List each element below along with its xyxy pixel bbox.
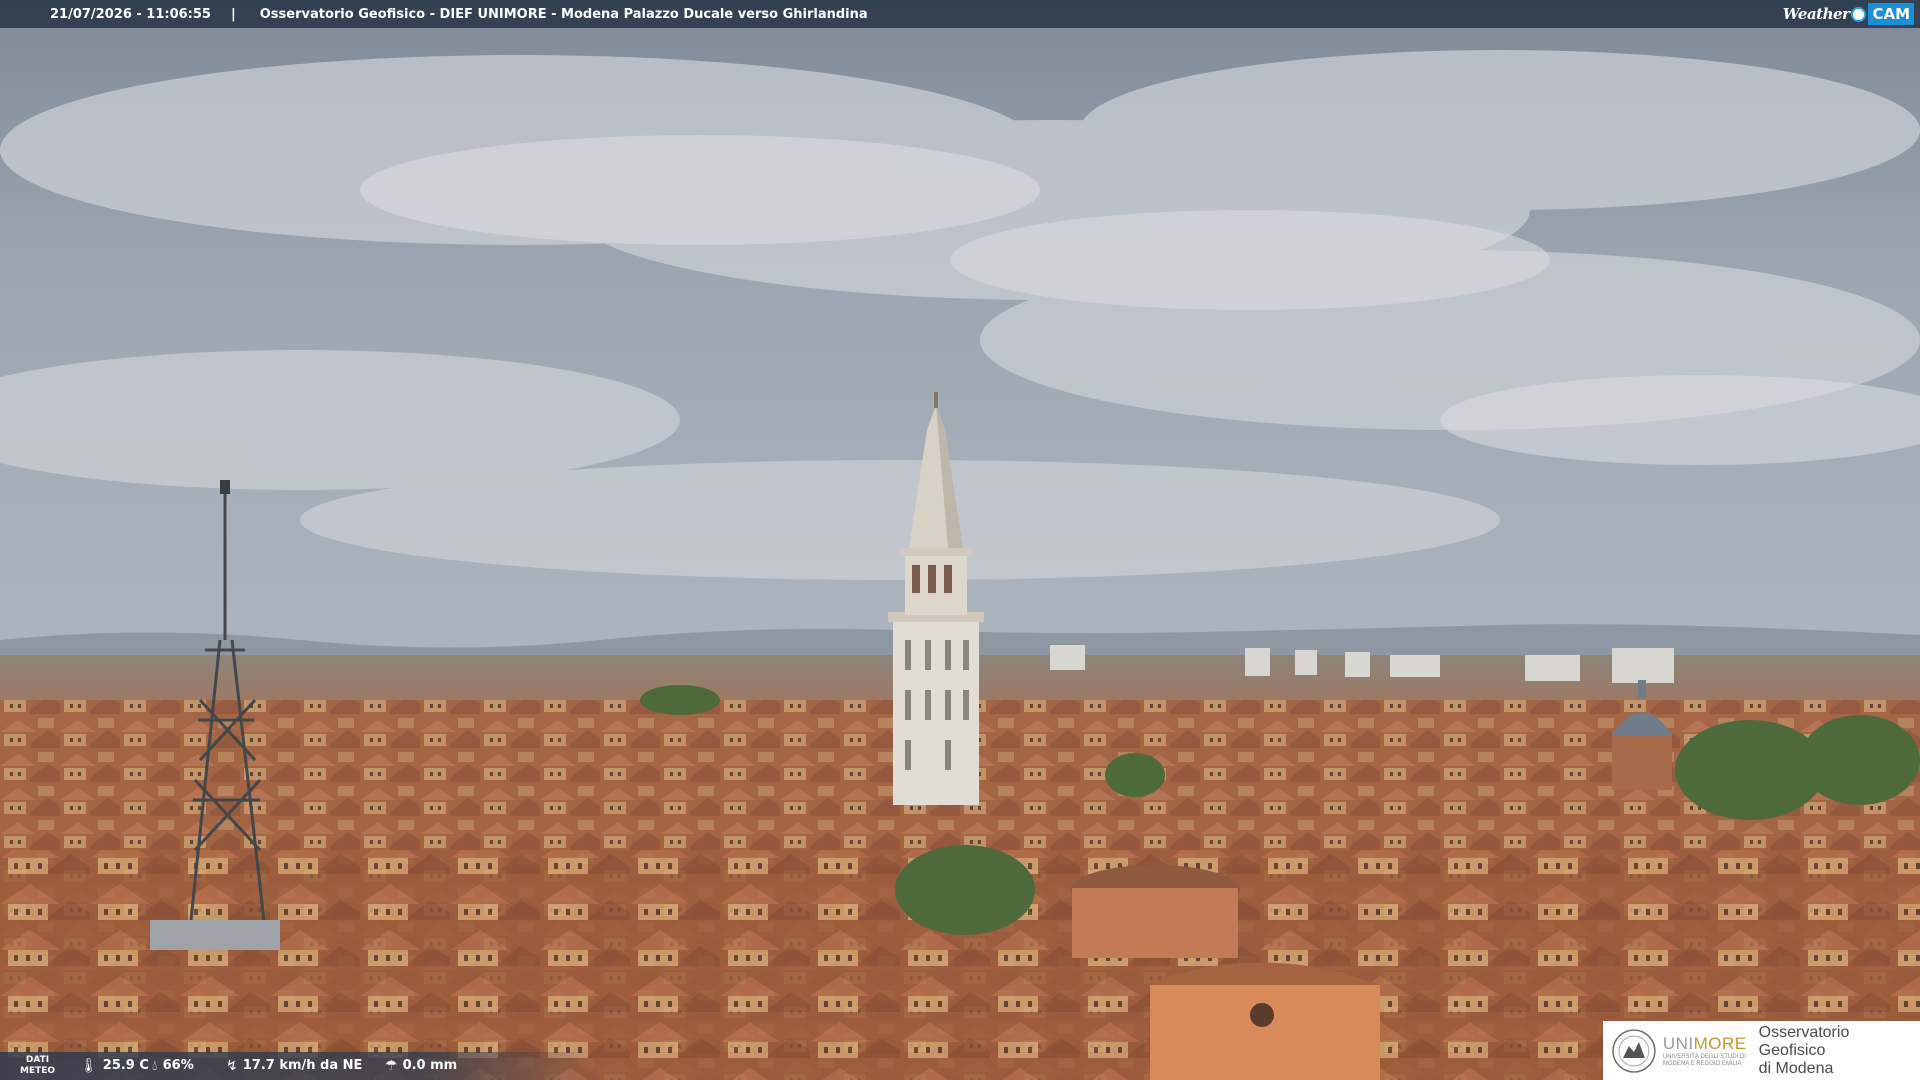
wind-readout: ↯ 17.7 km/h da NE: [226, 1057, 363, 1074]
separator: |: [230, 6, 236, 22]
university-seal-icon: [1612, 1028, 1656, 1073]
timestamp: 21/07/2026 - 11:06:55: [50, 6, 211, 22]
thermometer-icon: 🌡︎: [80, 1057, 98, 1074]
observatory-name-line-2: di Modena: [1758, 1059, 1834, 1077]
temperature-readout: 🌡︎ 25.9 C: [80, 1057, 149, 1074]
wind-icon: ↯: [226, 1057, 238, 1074]
weather-data-bar: DATI METEO 🌡︎ 25.9 C 💧︎ 66% ↯ 17.7 km/h …: [0, 1052, 600, 1080]
humidity-readout: 💧︎ 66%: [152, 1057, 194, 1074]
weather-label: DATI METEO: [20, 1055, 56, 1076]
observatory-name-line-1: Osservatorio Geofisico: [1758, 1023, 1850, 1059]
brand-part-2: CAM: [1868, 3, 1914, 25]
webcam-image: [0, 0, 1920, 1080]
rain-readout: ☂︎ 0.0 mm: [385, 1057, 458, 1074]
camera-caption: Osservatorio Geofisico - DIEF UNIMORE - …: [259, 6, 868, 22]
unimore-subtitle-1: UNIVERSITÀ DEGLI STUDI DI: [1662, 1053, 1746, 1060]
weathercam-logo: Weather CAM: [1783, 0, 1920, 28]
unimore-subtitle-2: MODENA E REGGIO EMILIA: [1662, 1060, 1742, 1067]
unimore-logo: UNIMORE UNIVERSITÀ DEGLI STUDI DI MODENA…: [1603, 1021, 1920, 1080]
weathercam-globe-icon: [1851, 6, 1867, 22]
unimore-name: UNIMORE: [1662, 1033, 1747, 1053]
rain-gauge-icon: ☂︎: [385, 1057, 398, 1074]
droplet-icon: 💧︎: [152, 1057, 158, 1074]
info-bar: 21/07/2026 - 11:06:55 | Osservatorio Geo…: [0, 0, 1920, 28]
brand-part-1: Weather: [1782, 5, 1850, 23]
